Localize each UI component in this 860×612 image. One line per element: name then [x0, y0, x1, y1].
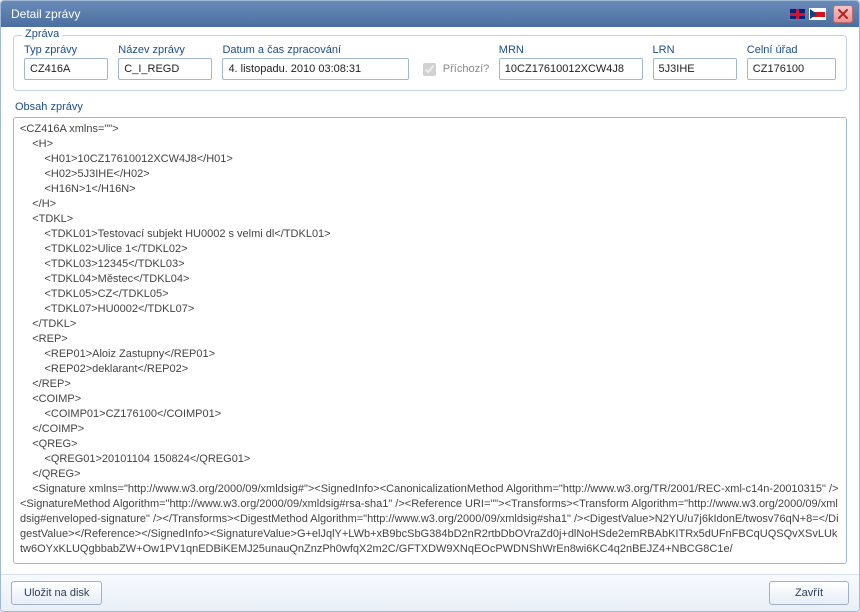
message-fieldset: Zpráva Typ zprávy Název zprávy Datum a č… [13, 35, 847, 91]
label-mrn: MRN [499, 44, 643, 56]
label-datum: Datum a čas zpracování [222, 44, 408, 56]
close-icon [838, 9, 848, 19]
label-nazev-zpravy: Název zprávy [118, 44, 212, 56]
save-to-disk-button[interactable]: Uložit na disk [11, 581, 102, 605]
dialog-footer: Uložit na disk Zavřít [1, 574, 859, 611]
titlebar: Detail zprávy [1, 1, 859, 27]
field-lrn: LRN [653, 44, 737, 80]
content-label: Obsah zprávy [15, 101, 847, 113]
field-mrn: MRN [499, 44, 643, 80]
field-datum: Datum a čas zpracování [222, 44, 408, 80]
content-box[interactable]: <CZ416A xmlns=""> <H> <H01>10CZ17610012X… [13, 117, 847, 564]
field-nazev-zpravy: Název zprávy [118, 44, 212, 80]
input-typ-zpravy[interactable] [24, 58, 108, 80]
flag-en-icon[interactable] [789, 8, 806, 20]
content-body: <CZ416A xmlns=""> <H> <H01>10CZ17610012X… [20, 122, 840, 557]
fieldset-legend: Zpráva [22, 28, 62, 40]
label-celni-urad: Celní úřad [747, 44, 836, 56]
dialog-window: Detail zprávy Zpráva Typ zprávy Název zp… [0, 0, 860, 612]
field-row: Typ zprávy Název zprávy Datum a čas zpra… [24, 44, 836, 80]
window-title: Detail zprávy [11, 7, 80, 21]
field-celni-urad: Celní úřad [747, 44, 836, 80]
input-mrn[interactable] [499, 58, 643, 80]
close-dialog-button[interactable]: Zavřít [769, 581, 849, 605]
checkbox-prichozi [423, 63, 436, 76]
field-prichozi: Příchozí? [419, 58, 489, 80]
label-prichozi: Příchozí? [443, 63, 489, 75]
label-typ-zpravy: Typ zprávy [24, 44, 108, 56]
input-datum[interactable] [222, 58, 408, 80]
dialog-body: Zpráva Typ zprávy Název zprávy Datum a č… [1, 27, 859, 574]
titlebar-actions [789, 5, 853, 23]
flag-cz-icon[interactable] [809, 8, 826, 20]
input-celni-urad[interactable] [747, 58, 836, 80]
input-nazev-zpravy[interactable] [118, 58, 212, 80]
label-lrn: LRN [653, 44, 737, 56]
close-button[interactable] [833, 5, 853, 23]
input-lrn[interactable] [653, 58, 737, 80]
field-typ-zpravy: Typ zprávy [24, 44, 108, 80]
